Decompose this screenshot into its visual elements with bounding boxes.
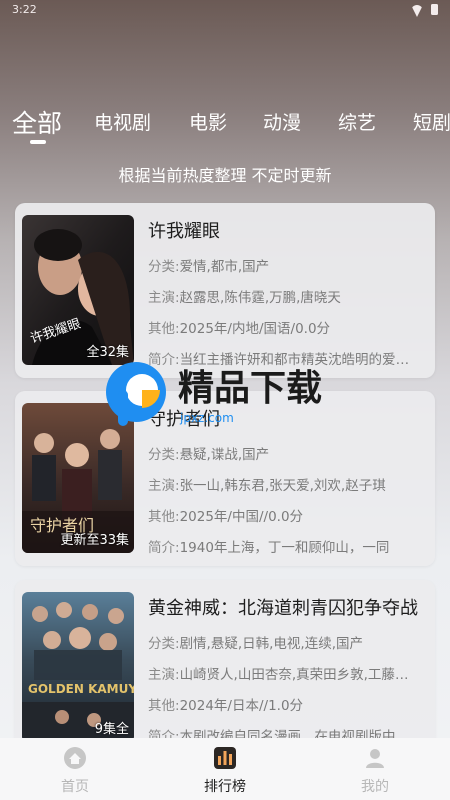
home-icon: [64, 747, 86, 769]
tab-tv-series[interactable]: 电视剧: [94, 108, 151, 135]
episode-badge: 更新至33集: [60, 533, 129, 548]
poster-image: GOLDEN KAMUY 9集全: [22, 592, 134, 742]
drama-card[interactable]: 许我耀眼 全32集 许我耀眼 分类:爱情,都市,国产 主演:赵露思,陈伟霆,万鹏…: [15, 203, 435, 378]
ranking-icon: [214, 747, 236, 769]
nav-profile-label: 我的: [361, 779, 389, 795]
drama-category: 分类:剧情,悬疑,日韩,电视,连续,国产: [148, 636, 364, 652]
poster-title-text: GOLDEN KAMUY: [28, 682, 134, 696]
drama-intro: 简介:1940年上海，丁一和顾仰山，一同: [148, 540, 390, 556]
nav-home[interactable]: 首页: [0, 738, 150, 800]
drama-cast: 主演:山崎贤人,山田杏奈,真荣田乡敦,工藤阿须加: [148, 667, 420, 683]
tab-short-drama[interactable]: 短剧: [413, 108, 450, 135]
episode-badge: 9集全: [94, 722, 129, 737]
battery-icon: [431, 4, 438, 15]
drama-category: 分类:爱情,都市,国产: [148, 259, 270, 275]
watermark-url: jpxz.com: [179, 411, 234, 425]
active-tab-indicator: [30, 140, 46, 144]
bottom-navigation: 首页 排行榜 我的: [0, 738, 450, 800]
drama-title: 黄金神威：北海道刺青囚犯争夺战: [148, 598, 418, 619]
drama-other-info: 其他:2025年/中国//0.0分: [148, 509, 304, 525]
watermark-graphic: 精品下载 jpxz.com: [106, 362, 322, 426]
watermark-logo: 精品下载 jpxz.com: [96, 356, 366, 436]
ranking-subtitle: 根据当前热度整理 不定时更新: [118, 166, 332, 185]
wifi-icon: [411, 5, 423, 14]
drama-cast: 主演:赵露思,陈伟霆,万鹏,唐晓天: [148, 290, 341, 306]
drama-other-info: 其他:2025年/内地/国语/0.0分: [148, 321, 331, 337]
nav-ranking-label: 排行榜: [204, 779, 246, 795]
status-bar: 3:22: [0, 0, 450, 20]
drama-category: 分类:悬疑,谍战,国产: [148, 447, 270, 463]
drama-other-info: 其他:2024年/日本//1.0分: [148, 698, 304, 714]
drama-title: 许我耀眼: [148, 221, 220, 242]
poster-image: 许我耀眼 全32集: [22, 215, 134, 365]
nav-ranking[interactable]: 排行榜: [150, 738, 300, 800]
nav-profile[interactable]: 我的: [300, 738, 450, 800]
tab-variety[interactable]: 综艺: [338, 108, 376, 135]
tab-anime[interactable]: 动漫: [263, 108, 301, 135]
category-tabs: 全部 电视剧 电影 动漫 综艺 短剧: [0, 100, 450, 150]
drama-cast: 主演:张一山,韩东君,张天爱,刘欢,赵子琪: [148, 478, 386, 494]
profile-icon: [366, 749, 384, 768]
tab-movies[interactable]: 电影: [189, 108, 227, 135]
drama-card[interactable]: GOLDEN KAMUY 9集全 黄金神威：北海道刺青囚犯争夺战 分类:剧情,悬…: [15, 580, 435, 755]
tab-all[interactable]: 全部: [12, 104, 62, 140]
status-time: 3:22: [12, 3, 37, 16]
watermark-text: 精品下载: [178, 368, 322, 409]
nav-home-label: 首页: [61, 779, 89, 795]
